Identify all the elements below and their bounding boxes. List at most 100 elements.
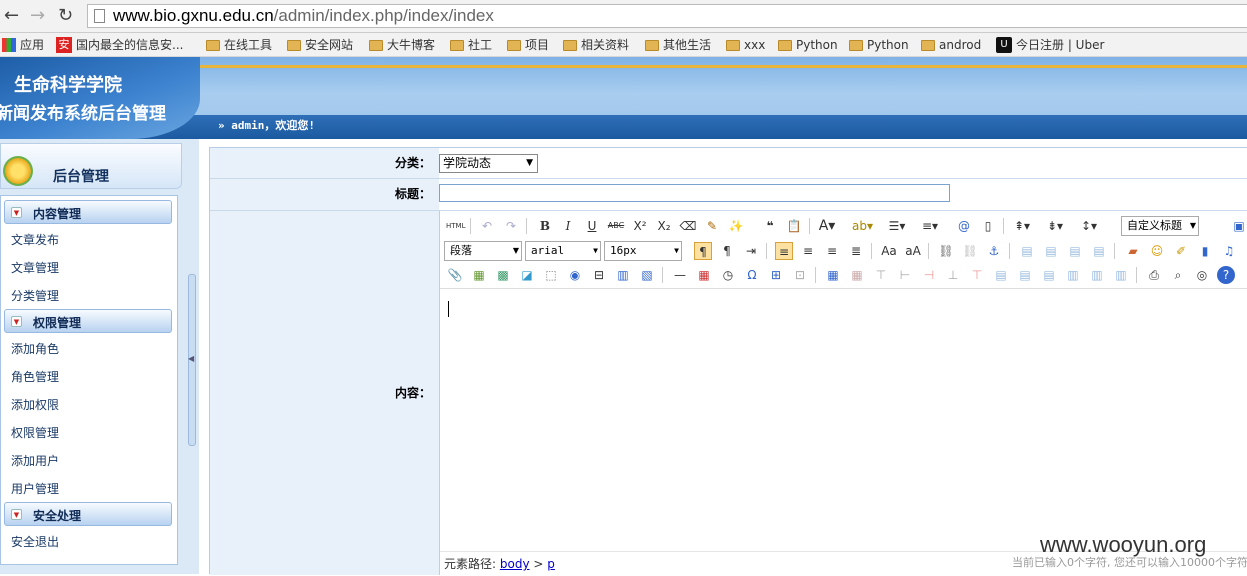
menu-group-permissions[interactable]: ▼ 权限管理 [4, 309, 172, 333]
paste-text-icon[interactable]: 📋 [785, 217, 803, 235]
special-chars-icon[interactable]: Ω [743, 266, 761, 284]
bookmark-folder[interactable]: 相关资料 [563, 37, 629, 53]
ltr-direction-icon[interactable]: ¶ [694, 242, 712, 260]
web-app-icon[interactable]: ◉ [566, 266, 584, 284]
insert-col-icon[interactable]: ⊥ [944, 266, 962, 284]
insert-table-icon[interactable]: ▦ [824, 266, 842, 284]
to-uppercase-icon[interactable]: Aa [880, 242, 898, 260]
editor-content-area[interactable] [440, 290, 1247, 550]
bookmark-folder[interactable]: 大牛博客 [369, 37, 435, 53]
menu-item-manage-categories[interactable]: 分类管理 [11, 287, 59, 304]
scrawl-icon[interactable]: ✐ [1172, 242, 1190, 260]
merge-down-icon[interactable]: ▤ [1040, 266, 1058, 284]
image-left-icon[interactable]: ▤ [1042, 242, 1060, 260]
reload-icon[interactable]: ↻ [58, 5, 73, 27]
delete-row-icon[interactable]: ⊣ [920, 266, 938, 284]
back-icon[interactable]: ← [4, 5, 19, 27]
insert-image-icon[interactable]: ▰ [1124, 242, 1142, 260]
subscript-icon[interactable]: X₂ [655, 217, 673, 235]
title-input[interactable] [439, 184, 950, 202]
insert-video-icon[interactable]: ▮ [1196, 242, 1214, 260]
highlight-color-icon[interactable]: ab▾ [852, 217, 873, 235]
menu-item-manage-permissions[interactable]: 权限管理 [11, 424, 59, 441]
category-select[interactable]: 学院动态 ▼ [439, 154, 538, 173]
custom-title-select[interactable]: 自定义标题 ▼ [1121, 216, 1199, 236]
undo-icon[interactable]: ↶ [478, 217, 496, 235]
path-body-link[interactable]: body [500, 557, 530, 571]
to-lowercase-icon[interactable]: aA [904, 242, 922, 260]
bookmark-folder[interactable]: androd [921, 37, 981, 53]
music-icon[interactable]: ♫ [1220, 242, 1238, 260]
html-source-icon[interactable]: HTML [446, 217, 465, 235]
background-icon[interactable]: ▧ [638, 266, 656, 284]
bookmark-apps[interactable]: 应用 [2, 37, 44, 53]
bookmark-item[interactable]: 安国内最全的信息安... [56, 37, 183, 53]
delete-col-icon[interactable]: ⊤ [968, 266, 986, 284]
align-left-icon[interactable]: ≡ [775, 242, 793, 260]
format-brush-icon[interactable]: ✎ [703, 217, 721, 235]
map-icon[interactable]: ▦ [470, 266, 488, 284]
bookmark-folder[interactable]: 安全网站 [287, 37, 353, 53]
merge-right-icon[interactable]: ▤ [1016, 266, 1034, 284]
search-replace-binoculars-icon[interactable]: ◎ [1193, 266, 1211, 284]
align-right-icon[interactable]: ≡ [823, 242, 841, 260]
bookmark-folder[interactable]: 项目 [507, 37, 549, 53]
anchor-icon[interactable]: ⚓ [985, 242, 1003, 260]
bold-icon[interactable]: B [536, 217, 554, 235]
row-spacing-top-icon[interactable]: ⇞▾ [1013, 217, 1031, 235]
font-family-select[interactable]: arial ▼ [525, 241, 601, 261]
superscript-icon[interactable]: X² [631, 217, 649, 235]
print-icon[interactable]: ⎙ [1145, 266, 1163, 284]
snapscreen-icon[interactable]: ⊡ [791, 266, 809, 284]
align-justify-icon[interactable]: ≣ [847, 242, 865, 260]
fullscreen-icon[interactable]: ▣ [1230, 217, 1247, 235]
split-to-cells-icon[interactable]: ▥ [1064, 266, 1082, 284]
bookmark-folder[interactable]: 在线工具 [206, 37, 272, 53]
menu-item-add-role[interactable]: 添加角色 [11, 340, 59, 357]
font-size-select[interactable]: 16px ▼ [604, 241, 682, 261]
bookmark-item[interactable]: U 今日注册 | Uber [996, 37, 1104, 53]
image-none-icon[interactable]: ▤ [1018, 242, 1036, 260]
insert-row-icon[interactable]: ⊢ [896, 266, 914, 284]
link-icon[interactable]: ⛓ [937, 242, 955, 260]
ordered-list-icon[interactable]: ☰▾ [888, 217, 906, 235]
menu-item-add-user[interactable]: 添加用户 [11, 452, 59, 469]
unlink-icon[interactable]: ⛓ [961, 242, 979, 260]
italic-icon[interactable]: I [559, 217, 577, 235]
menu-item-logout[interactable]: 安全退出 [11, 533, 59, 550]
menu-item-manage-users[interactable]: 用户管理 [11, 480, 59, 497]
bookmark-folder[interactable]: Python [778, 37, 838, 53]
insert-code-icon[interactable]: ⬚ [542, 266, 560, 284]
image-center-icon[interactable]: ▤ [1090, 242, 1108, 260]
indent-icon[interactable]: ⇥ [742, 242, 760, 260]
clear-doc-icon[interactable]: ▯ [979, 217, 997, 235]
address-bar[interactable]: www.bio.gxnu.edu.cn/admin/index.php/inde… [87, 4, 1247, 28]
menu-group-security[interactable]: ▼ 安全处理 [4, 502, 172, 526]
bookmark-folder[interactable]: xxx [726, 37, 765, 53]
page-break-icon[interactable]: ⊟ [590, 266, 608, 284]
time-icon[interactable]: ◷ [719, 266, 737, 284]
attachment-icon[interactable]: 📎 [446, 266, 464, 284]
bookmark-folder[interactable]: 社工 [450, 37, 492, 53]
preview-icon[interactable]: ⌕ [1169, 266, 1187, 284]
split-to-rows-icon[interactable]: ▥ [1088, 266, 1106, 284]
menu-group-content[interactable]: ▼ 内容管理 [4, 200, 172, 224]
strikethrough-icon[interactable]: ABC [607, 217, 625, 235]
gmap-icon[interactable]: ▩ [494, 266, 512, 284]
menu-item-publish-article[interactable]: 文章发布 [11, 231, 59, 248]
image-right-icon[interactable]: ▤ [1066, 242, 1084, 260]
merge-cells-icon[interactable]: ▤ [992, 266, 1010, 284]
emotion-icon[interactable]: ☺ [1148, 242, 1166, 260]
sidebar-splitter[interactable]: ◀ [185, 139, 199, 574]
template-icon[interactable]: ▥ [614, 266, 632, 284]
menu-item-add-permission[interactable]: 添加权限 [11, 396, 59, 413]
insert-paragraph-before-table-icon[interactable]: ⊤ [872, 266, 890, 284]
eraser-icon[interactable]: ⌫ [679, 217, 697, 235]
search-replace-icon[interactable]: ⊞ [767, 266, 785, 284]
align-center-icon[interactable]: ≡ [799, 242, 817, 260]
split-to-cols-icon[interactable]: ▥ [1112, 266, 1130, 284]
menu-item-manage-articles[interactable]: 文章管理 [11, 259, 59, 276]
row-spacing-bottom-icon[interactable]: ⇟▾ [1046, 217, 1064, 235]
redo-icon[interactable]: ↷ [502, 217, 520, 235]
bookmark-folder[interactable]: 其他生活 [645, 37, 711, 53]
